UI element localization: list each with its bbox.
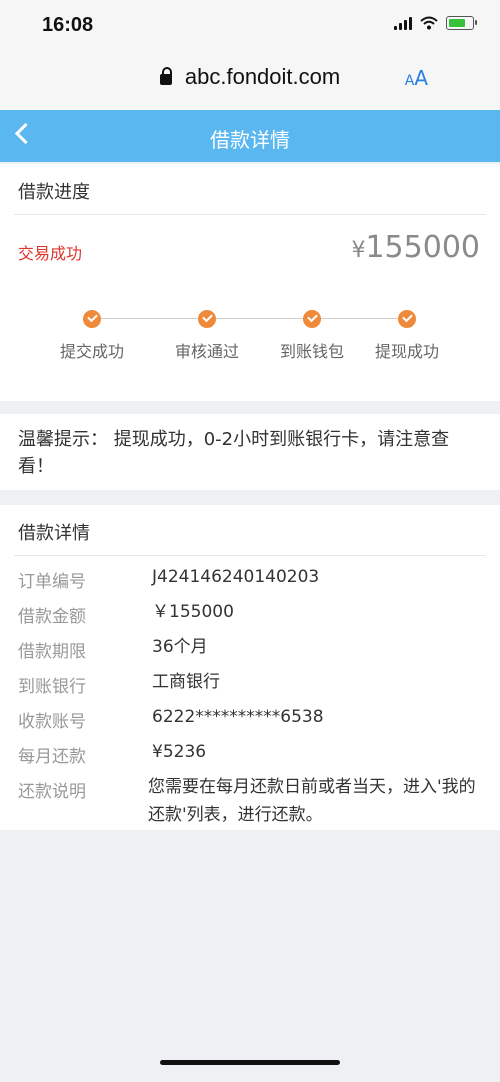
loan-amount: ¥155000 <box>351 230 480 265</box>
detail-label: 到账银行 <box>18 677 86 697</box>
step-label-review: 审核通过 <box>174 342 239 361</box>
url-text[interactable]: abc.fondoit.com <box>185 64 340 89</box>
text-size-button[interactable]: AA <box>405 66 428 90</box>
detail-value: ￥155000 <box>152 602 234 622</box>
divider <box>14 555 486 556</box>
step-check-icon <box>398 310 416 328</box>
page-title: 借款详情 <box>210 128 290 152</box>
battery-icon <box>446 16 477 30</box>
lock-icon <box>159 66 172 85</box>
step-label-withdraw: 提现成功 <box>374 342 439 361</box>
step-label-wallet: 到账钱包 <box>279 342 344 361</box>
tip-text: 温馨提示： 提现成功，0-2小时到账银行卡，请注意查看！ <box>18 429 450 477</box>
step-label-submit: 提交成功 <box>59 342 124 361</box>
detail-label: 还款说明 <box>18 782 86 802</box>
wifi-icon <box>420 16 438 30</box>
status-time: 16:08 <box>42 14 94 36</box>
details-card: 借款详情 订单编号 J424146240140203 借款金额 ￥155000 … <box>0 505 500 830</box>
detail-value: 36个月 <box>152 637 208 657</box>
detail-label: 借款金额 <box>18 607 86 627</box>
home-indicator[interactable] <box>160 1060 340 1065</box>
nav-header: 借款详情 <box>0 110 500 162</box>
status-icons <box>394 16 477 30</box>
detail-value: ¥5236 <box>152 742 207 762</box>
detail-label: 收款账号 <box>18 712 86 732</box>
status-bar: 16:08 <box>0 0 500 52</box>
detail-value: J424146240140203 <box>152 567 320 587</box>
url-bar[interactable]: abc.fondoit.com AA <box>0 52 500 110</box>
step-check-icon <box>83 310 101 328</box>
detail-value: 您需要在每月还款日前或者当天，进入'我的还款'列表，进行还款。 <box>148 777 476 825</box>
detail-value: 工商银行 <box>152 672 220 692</box>
detail-value: 6222**********6538 <box>152 707 324 727</box>
transaction-status: 交易成功 <box>18 244 83 263</box>
progress-section-title: 借款进度 <box>18 182 90 203</box>
divider <box>14 214 486 215</box>
tip-card: 温馨提示： 提现成功，0-2小时到账银行卡，请注意查看！ <box>0 414 500 490</box>
details-section-title: 借款详情 <box>18 523 90 544</box>
detail-label: 借款期限 <box>18 642 86 662</box>
progress-line <box>92 318 408 319</box>
detail-label: 订单编号 <box>18 572 86 592</box>
detail-label: 每月还款 <box>18 747 86 767</box>
step-check-icon <box>303 310 321 328</box>
progress-card: 借款进度 交易成功 ¥155000 提交成功 审核通过 到账钱包 提现成功 <box>0 164 500 401</box>
signal-icon <box>394 16 412 30</box>
step-check-icon <box>198 310 216 328</box>
